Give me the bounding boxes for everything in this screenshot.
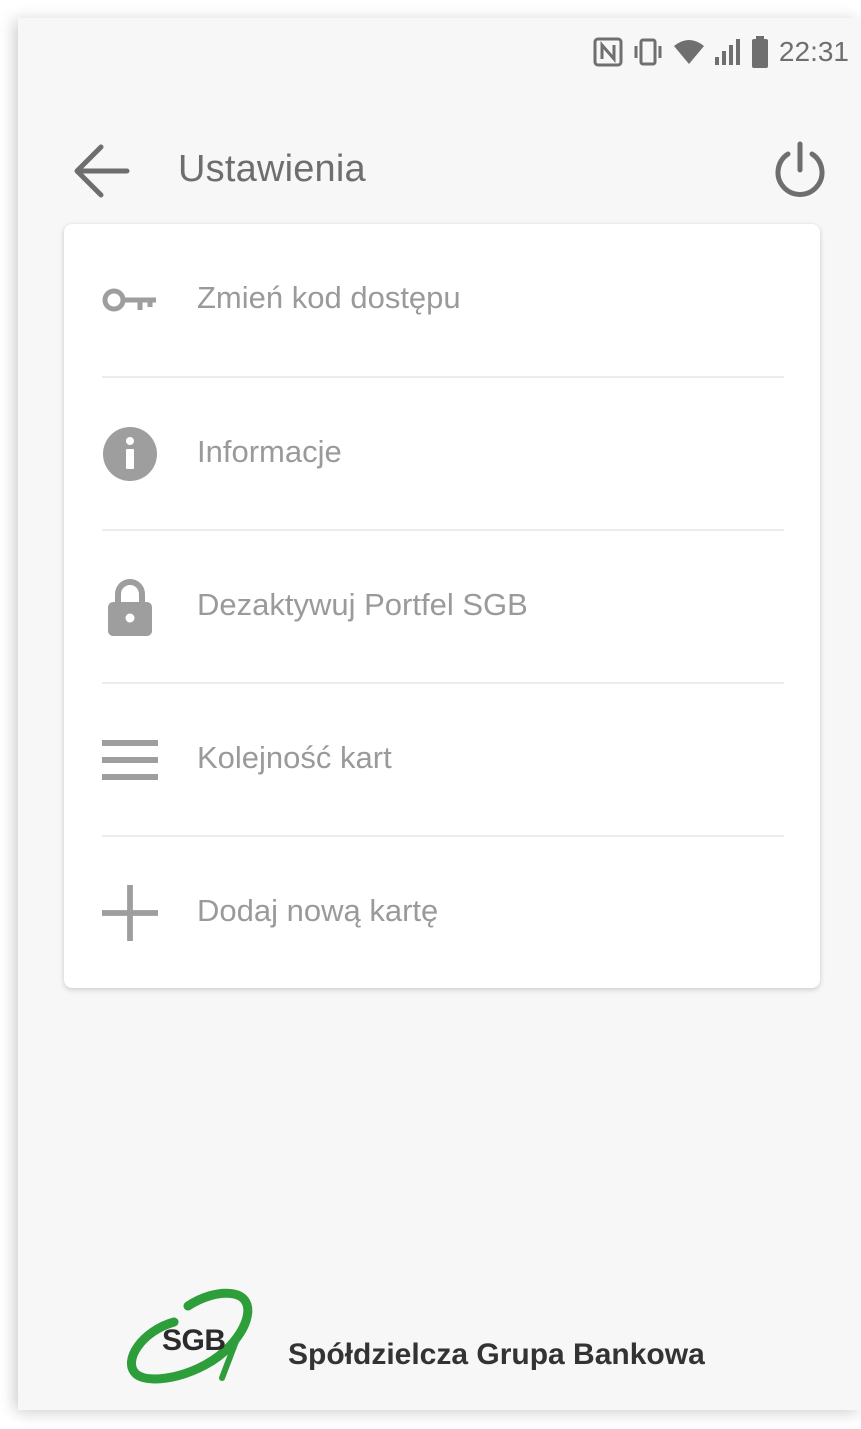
reorder-icon [102,730,158,790]
toolbar: Ustawienia [18,118,861,228]
logo-text: SGB [162,1324,226,1357]
status-time: 22:31 [778,36,849,67]
page-title: Ustawienia [178,148,366,190]
back-button[interactable] [68,140,134,206]
arrow-left-icon [71,143,131,204]
menu-item-information[interactable]: Informacje [64,378,820,530]
status-bar: 22:31 [18,18,861,88]
lock-icon [102,577,158,637]
power-icon [770,140,830,207]
sgb-logo: SGB [122,1286,272,1396]
nfc-icon [593,37,623,67]
menu-item-label: Kolejność kart [197,740,392,775]
power-button[interactable] [765,138,835,208]
settings-card: Zmień kod dostępu Informacje Dezaktywuj … [64,224,820,988]
battery-icon [751,36,769,68]
vibrate-icon [631,37,665,67]
menu-item-label: Zmień kod dostępu [197,280,461,315]
menu-item-deactivate-wallet[interactable]: Dezaktywuj Portfel SGB [64,531,820,683]
menu-item-label: Dezaktywuj Portfel SGB [197,587,528,622]
menu-item-card-order[interactable]: Kolejność kart [64,684,820,836]
menu-item-change-access-code[interactable]: Zmień kod dostępu [64,224,820,376]
status-icons: 22:31 [593,34,849,70]
signal-icon [713,37,743,67]
menu-item-label: Informacje [197,434,342,469]
wifi-icon [673,37,705,67]
footer: SGB Spółdzielcza Grupa Bankowa [122,1286,782,1396]
menu-item-label: Dodaj nową kartę [197,893,439,928]
menu-item-add-new-card[interactable]: Dodaj nową kartę [64,837,820,989]
bank-name: Spółdzielcza Grupa Bankowa [288,1338,705,1371]
app-screen: 22:31 Ustawienia Zmień kod dostępu Infor… [18,18,861,1410]
plus-icon [102,883,158,943]
info-icon [102,424,158,484]
key-icon [102,270,158,330]
